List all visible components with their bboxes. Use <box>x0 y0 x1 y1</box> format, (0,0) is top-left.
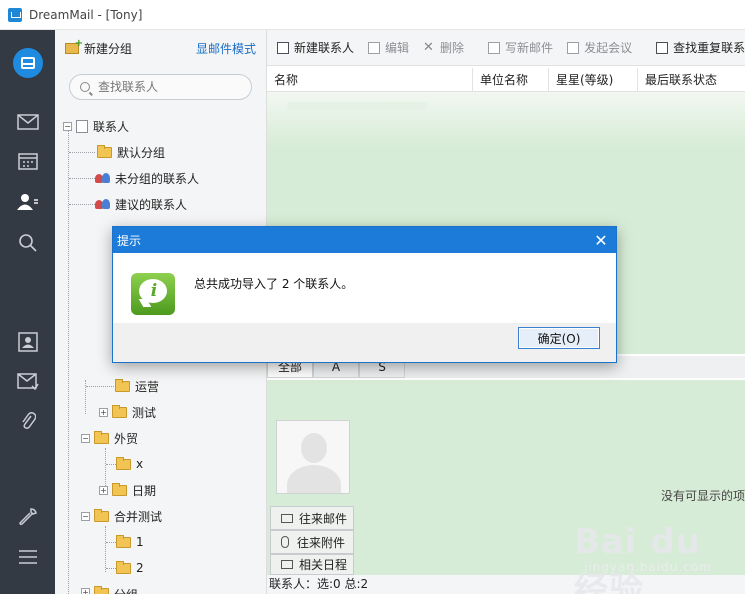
column-header-stars[interactable]: 星星(等级) <box>549 67 638 92</box>
contacts-toolbar: 新建联系人 编辑 ✕ 删除 写新邮件 发起会议 查找重复联系 <box>267 30 745 66</box>
folder-icon <box>97 144 112 158</box>
folder-icon <box>115 378 130 392</box>
dialog-message: 总共成功导入了 2 个联系人。 <box>194 277 354 291</box>
tree-item-default-group[interactable]: 默认分组 <box>97 140 165 164</box>
related-attachments-button[interactable]: 往来附件 <box>270 530 354 554</box>
folder-icon <box>94 508 109 522</box>
delete-x-icon: ✕ <box>423 39 434 55</box>
calendar-icon[interactable] <box>0 146 55 176</box>
folder-icon <box>116 560 131 574</box>
mail-mode-link[interactable]: 显邮件模式 <box>196 40 256 57</box>
expand-toggle[interactable]: + <box>99 485 108 495</box>
start-meeting-button[interactable]: 发起会议 <box>567 39 632 56</box>
ok-button[interactable]: 确定(O) <box>518 327 600 349</box>
empty-items-message: 没有可显示的项 <box>660 489 745 503</box>
address-book-icon <box>76 119 88 133</box>
people-icon <box>95 198 111 210</box>
dreammail-app-icon <box>8 7 22 22</box>
attachment-icon[interactable] <box>0 406 55 436</box>
title-bar: DreamMail - [Tony] <box>0 0 745 30</box>
collapse-toggle[interactable]: − <box>63 121 72 131</box>
new-folder-icon <box>65 38 83 54</box>
navigation-rail <box>0 30 55 594</box>
search-icon[interactable] <box>0 228 55 258</box>
new-contact-button[interactable]: 新建联系人 <box>277 39 354 56</box>
info-icon: i <box>131 273 175 315</box>
column-header-last-contact[interactable]: 最后联系状态 <box>638 68 745 92</box>
paperclip-icon <box>281 536 289 548</box>
mail-sent-icon[interactable] <box>0 367 55 397</box>
tree-item-2[interactable]: 2 <box>116 556 144 580</box>
people-icon <box>95 172 111 184</box>
close-icon[interactable]: ✕ <box>586 227 616 253</box>
tree-root-contacts[interactable]: − 联系人 <box>63 114 129 138</box>
contacts-grid-header: 名称 单位名称 星星(等级) 最后联系状态 <box>267 67 745 92</box>
menu-hamburger-icon[interactable] <box>0 542 55 572</box>
tree-item-1[interactable]: 1 <box>116 530 144 554</box>
dialog-body: i 总共成功导入了 2 个联系人。 <box>113 253 616 323</box>
contact-detail-pane: 往来邮件 往来附件 相关日程 没有可显示的项 <box>267 380 745 575</box>
new-contact-icon <box>277 41 289 54</box>
tree-item-foreign-trade[interactable]: − 外贸 <box>81 426 138 450</box>
column-header-company[interactable]: 单位名称 <box>473 67 549 92</box>
collapse-toggle[interactable]: − <box>81 433 90 443</box>
folder-icon <box>94 586 109 594</box>
folder-icon <box>94 430 109 444</box>
mail-icon[interactable] <box>0 107 55 137</box>
folder-icon <box>112 482 127 496</box>
tree-item-merge-test[interactable]: − 合并测试 <box>81 504 162 528</box>
avatar <box>276 420 350 494</box>
contact-card-icon[interactable] <box>0 327 55 357</box>
tools-wrench-icon[interactable] <box>0 502 55 532</box>
tree-item-date[interactable]: + 日期 <box>99 478 156 502</box>
group-toolbar: 新建分组 显邮件模式 <box>55 30 266 66</box>
search-icon <box>80 82 90 92</box>
contact-search-box[interactable] <box>69 74 252 100</box>
related-mail-button[interactable]: 往来邮件 <box>270 506 354 530</box>
tree-item-test[interactable]: + 测试 <box>99 400 156 424</box>
edit-icon <box>368 41 381 54</box>
write-mail-button[interactable]: 写新邮件 <box>488 39 553 56</box>
import-result-dialog: 提示 ✕ i 总共成功导入了 2 个联系人。 确定(O) <box>112 226 617 363</box>
dreammail-logo-icon[interactable] <box>13 48 43 78</box>
tree-item-suggested[interactable]: 建议的联系人 <box>95 192 187 216</box>
edit-button[interactable]: 编辑 <box>368 39 409 56</box>
folder-icon <box>116 534 131 548</box>
dialog-title: 提示 <box>117 233 142 248</box>
related-schedule-button[interactable]: 相关日程 <box>270 554 354 575</box>
window-title: DreamMail - [Tony] <box>29 7 143 22</box>
write-mail-icon <box>488 41 501 54</box>
delete-button[interactable]: ✕ 删除 <box>423 39 464 56</box>
meeting-icon <box>567 41 580 54</box>
dialog-title-bar: 提示 ✕ <box>113 227 616 253</box>
collapse-toggle[interactable]: − <box>81 511 90 521</box>
find-duplicates-icon <box>656 41 669 54</box>
new-group-button[interactable]: 新建分组 <box>65 38 132 57</box>
contacts-icon[interactable] <box>0 187 55 217</box>
folder-icon <box>112 404 127 418</box>
calendar-icon <box>281 560 293 569</box>
tree-item-x[interactable]: x <box>116 452 143 476</box>
envelope-icon <box>281 513 293 523</box>
folder-icon <box>116 456 131 470</box>
tree-item-group[interactable]: + 分组 <box>81 582 138 594</box>
expand-toggle[interactable]: + <box>99 407 108 417</box>
find-duplicates-button[interactable]: 查找重复联系 <box>656 39 745 56</box>
expand-toggle[interactable]: + <box>81 588 90 594</box>
column-header-name[interactable]: 名称 <box>267 67 473 92</box>
contact-search-input[interactable] <box>98 80 238 94</box>
status-bar: 联系人：选:0 总:2 <box>267 575 745 594</box>
tree-item-operations[interactable]: 运营 <box>115 374 159 398</box>
tree-item-ungrouped[interactable]: 未分组的联系人 <box>95 166 199 190</box>
